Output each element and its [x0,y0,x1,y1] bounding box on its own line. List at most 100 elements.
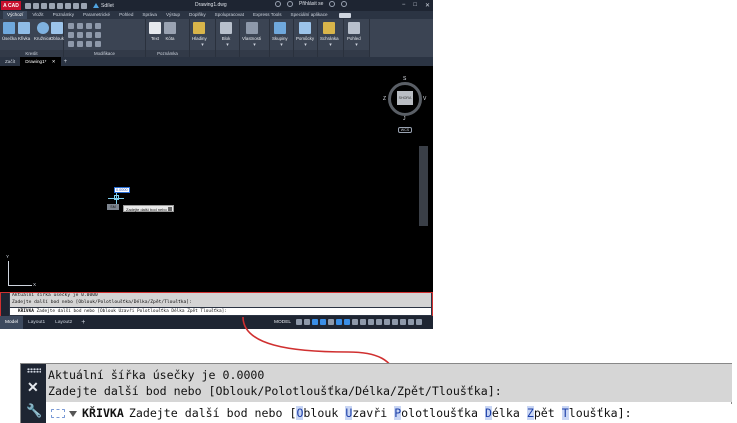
ribbon-toggle-button[interactable] [338,12,351,18]
tab-doplnky[interactable]: Doplňky [185,11,210,19]
option-uzavri[interactable]: Uzavři [345,404,387,423]
mirror-icon[interactable] [77,32,83,38]
option-zpet[interactable]: Zpět [526,404,555,423]
viewcube-face-top[interactable]: SHORA [397,91,413,105]
array-icon[interactable] [86,41,92,47]
lineweight-icon[interactable] [352,319,359,325]
share-button[interactable]: Sdílet [93,3,114,9]
plot-icon[interactable] [65,2,71,9]
panel-poznamka-title[interactable]: Poznámka [146,50,189,57]
option-polotloustka[interactable]: Polotloušťka [394,404,478,423]
panel-modifikace-title[interactable]: Modifikace [64,50,145,57]
tab-express-tools[interactable]: Express Tools [249,11,286,19]
polyline-button[interactable]: Křivka [18,22,30,41]
layers-chevron-icon[interactable]: ▾ [190,42,215,48]
new-icon[interactable] [25,2,31,9]
ortho-icon[interactable] [312,319,319,325]
file-tab-start[interactable]: Začít [0,57,20,66]
object-snap-icon[interactable] [344,319,351,325]
layout-tab-layout1[interactable]: Layout1 [23,316,50,329]
tab-specialni-aplikace[interactable]: Speciální aplikace [287,11,332,19]
help-icon[interactable] [341,1,348,7]
navigation-bar[interactable] [419,146,428,226]
clean-screen-icon[interactable] [408,319,415,325]
polar-icon[interactable] [320,319,327,325]
stretch-icon[interactable] [68,41,74,47]
properties-chevron-icon[interactable]: ▾ [240,42,269,48]
cart-icon[interactable] [329,1,336,7]
block-button[interactable]: Blok [220,22,232,41]
wrench-icon[interactable]: 🔧 [26,404,42,418]
hardware-acceleration-icon[interactable] [392,319,399,325]
snap-mode-icon[interactable] [304,319,311,325]
undo-icon[interactable] [73,2,79,9]
dynamic-input-field[interactable]: 0.0000 [114,187,130,193]
units-icon[interactable] [384,319,391,325]
save-icon[interactable] [41,2,47,9]
cloud-icon[interactable] [57,2,63,9]
view-chevron-icon[interactable]: ▾ [344,42,369,48]
drawing-canvas[interactable]: SHORA S J Z V WCS 0.0000 SM Zadejte dalš… [0,66,433,292]
workspace-gear-icon[interactable] [368,319,375,325]
close-tab-icon[interactable]: ✕ [52,59,56,64]
close-button[interactable]: ✕ [425,2,430,9]
clipboard-button[interactable]: Schránka [320,22,339,41]
compass-west[interactable]: Z [383,96,386,102]
close-icon[interactable]: ✕ [27,380,39,394]
scale-icon[interactable] [77,41,83,47]
trim-icon[interactable] [86,23,92,29]
isodraft-icon[interactable] [328,319,335,325]
text-button[interactable]: Text [149,22,161,41]
redo-icon[interactable] [81,2,87,9]
wcs-menu[interactable]: WCS [398,127,412,133]
groups-chevron-icon[interactable]: ▾ [270,42,293,48]
circle-button[interactable]: Kružnice [34,22,51,41]
compass-south[interactable]: J [403,116,406,122]
grid-icon[interactable] [296,319,303,325]
annotation-scale-icon[interactable] [360,319,367,325]
maximize-button[interactable]: □ [413,2,417,9]
minimize-button[interactable]: − [402,2,406,9]
tab-poznamky[interactable]: Poznámky [49,11,78,19]
copy-icon[interactable] [68,32,74,38]
view-button[interactable]: Pohled [347,22,361,41]
app-menu-button[interactable]: A CAD [1,1,21,10]
layout-tab-model[interactable]: Model [0,316,24,329]
grip-dots-icon[interactable] [27,368,41,373]
rotate-icon[interactable] [77,23,83,29]
tab-vystup[interactable]: Výstup [162,11,184,19]
explode-icon[interactable] [95,32,101,38]
arc-button[interactable]: Oblouk [50,22,64,41]
viewcube[interactable]: SHORA S J Z V [383,76,426,122]
tab-spolupracovat[interactable]: Spolupracovat [211,11,248,19]
recent-commands-chevron-icon[interactable] [69,410,77,417]
command-line-grip[interactable] [0,292,9,316]
add-plus-icon[interactable] [376,319,383,325]
tab-pohled[interactable]: Pohled [115,11,137,19]
command-options-small[interactable]: [Oblouk Uzavři Polotloušťka Délka Zpět T… [97,309,227,314]
block-chevron-icon[interactable]: ▾ [216,42,239,48]
save-as-icon[interactable] [49,2,55,9]
clipboard-chevron-icon[interactable]: ▾ [318,42,343,48]
compass-east[interactable]: V [423,96,426,102]
new-tab-button[interactable]: + [61,59,71,65]
properties-button[interactable]: Vlastnosti [242,22,261,41]
isolate-objects-icon[interactable] [400,319,407,325]
user-icon[interactable] [287,1,293,7]
add-layout-button[interactable]: + [77,319,89,326]
tooltip-options-icon[interactable] [167,207,172,211]
tab-sprava[interactable]: Správa [138,11,161,19]
layout-tab-layout2[interactable]: Layout2 [50,316,77,329]
option-tloustka[interactable]: Tloušťka [561,404,618,423]
file-tab-drawing1[interactable]: Drawing1* ✕ [20,57,61,66]
layers-button[interactable]: Hladiny [192,22,207,41]
erase-icon[interactable] [95,23,101,29]
utilities-button[interactable]: Pomůcky [296,22,314,41]
move-icon[interactable] [68,23,74,29]
customize-menu-icon[interactable] [416,319,423,325]
option-oblouk[interactable]: Oblouk [296,404,338,423]
command-input-small[interactable]: KŘIVKA Zadejte další bod nebo [Oblouk Uz… [10,308,431,315]
compass-north[interactable]: S [403,76,406,82]
dimension-button[interactable]: Kóta [164,22,176,41]
sign-in-link[interactable]: Přihlásit se [299,1,323,7]
